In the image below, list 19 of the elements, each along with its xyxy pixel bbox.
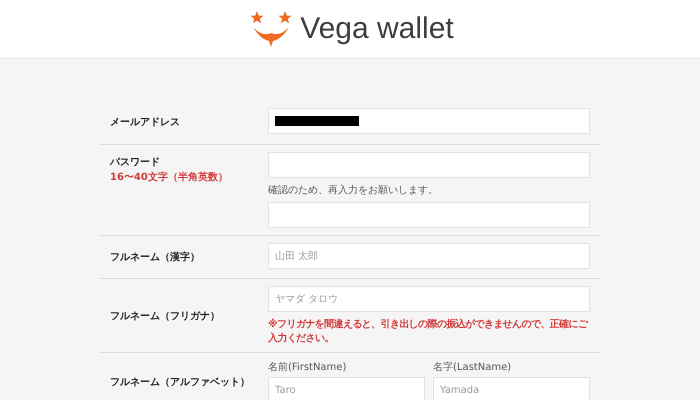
field-label: フルネーム（アルファベット） <box>110 376 251 388</box>
field-caption: 名字(LastName) <box>433 360 512 374</box>
field-note: 16〜40文字（半角英数） <box>110 170 229 184</box>
password-field[interactable] <box>268 152 590 178</box>
field-label: フルネーム（漢字） <box>110 250 201 264</box>
name-field[interactable]: 山田 太郎 <box>268 243 590 269</box>
password-confirm-field[interactable] <box>268 202 590 228</box>
warning-text: ※フリガナを間違えると、引き出しの際の振込ができませんので、正確にご入力ください。 <box>268 318 590 345</box>
field-label: メールアドレス <box>110 116 181 129</box>
field-label: フルネーム（フリガナ） <box>110 310 221 322</box>
name-field[interactable]: Yamada <box>433 377 590 400</box>
name-field[interactable]: ヤマダ タロウ <box>268 286 590 312</box>
email-field[interactable] <box>268 108 590 134</box>
field-caption: 名前(FirstName) <box>268 361 348 374</box>
logo-text: Vega wallet <box>300 12 454 46</box>
field-label: パスワード <box>110 156 161 169</box>
logo-icon <box>250 11 292 47</box>
name-field[interactable]: Taro <box>268 377 425 400</box>
confirm-hint: 確認のため、再入力をお願いします。 <box>268 184 439 197</box>
